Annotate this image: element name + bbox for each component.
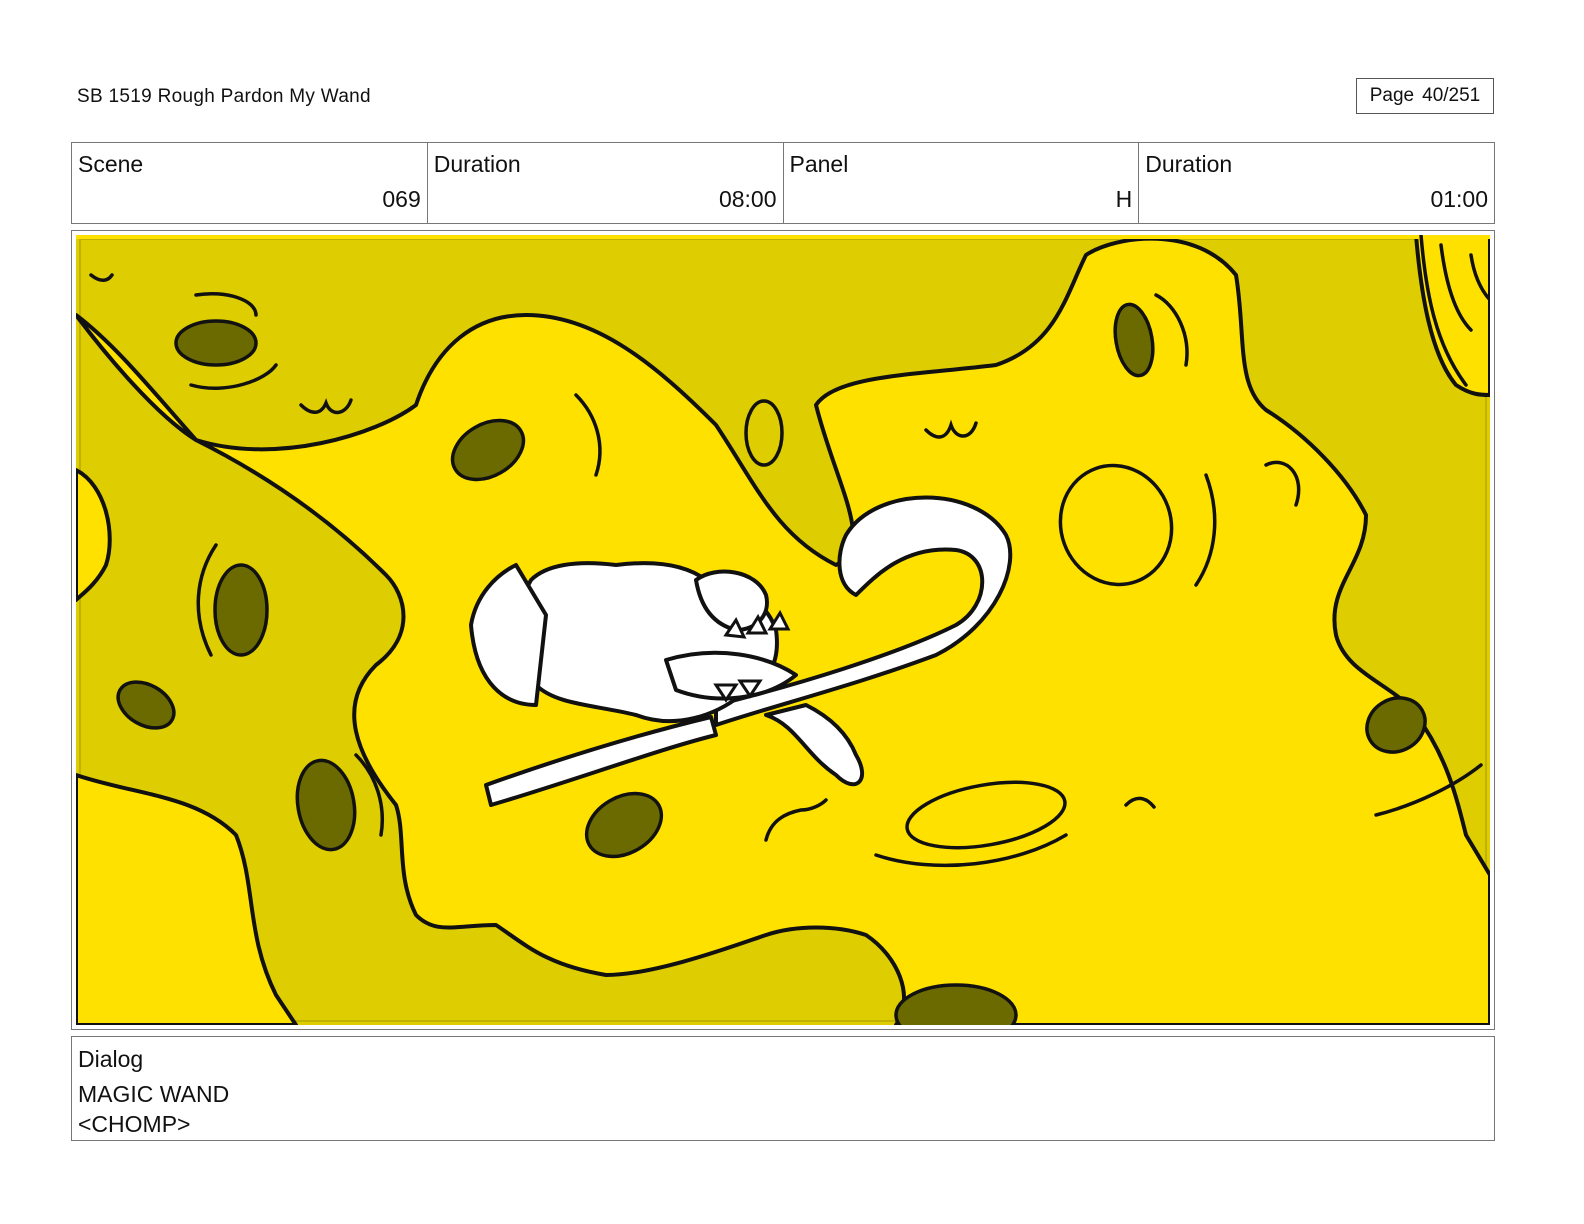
dialog-line: <CHOMP> [78,1111,191,1137]
scene-duration-label: Duration [433,151,521,177]
panel-duration-value: 01:00 [1430,186,1488,212]
page-number: 40/251 [1422,85,1481,106]
panel-duration-label: Duration [1145,151,1233,177]
panel-cell: Panel H [784,143,1140,223]
scene-value: 069 [382,186,421,212]
scene-info-row: Scene 069 Duration 08:00 Panel H Duratio… [71,142,1495,224]
panel-value: H [1115,186,1133,212]
panel-drawing [76,235,1490,1025]
scene-duration-cell: Duration 08:00 [428,143,784,223]
page-indicator: Page 40/251 [1356,78,1494,114]
storyboard-panel [71,230,1495,1030]
scene-duration-value: 08:00 [718,186,777,212]
dialog-box: Dialog MAGIC WAND <CHOMP> [71,1036,1495,1141]
scene-label: Scene [78,151,144,177]
dialog-speaker: MAGIC WAND [78,1081,230,1107]
panel-duration-cell: Duration 01:00 [1139,143,1494,223]
document-title: SB 1519 Rough Pardon My Wand [77,86,371,107]
hole-1 [174,319,258,367]
sponge-top-left-strip [76,235,1490,239]
hole-3 [213,563,269,657]
page-label: Page [1369,85,1415,106]
dialog-label: Dialog [78,1046,144,1072]
scene-cell: Scene 069 [72,143,428,223]
panel-label: Panel [789,151,849,177]
